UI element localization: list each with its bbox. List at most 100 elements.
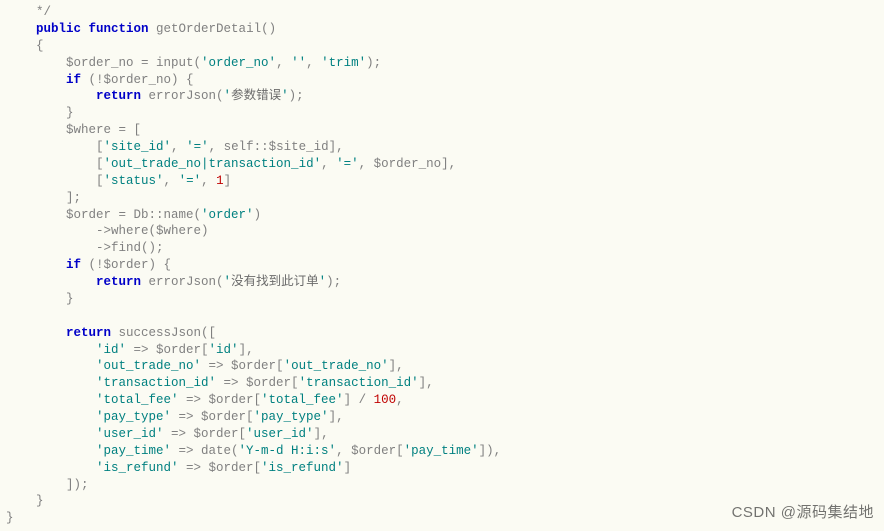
code-token: return <box>66 326 111 340</box>
code-block: */ public function getOrderDetail() { $o… <box>0 0 884 531</box>
code-token <box>6 461 96 475</box>
code-token: } <box>6 511 14 525</box>
code-token: 'pay_time' <box>96 444 171 458</box>
code-token: ); <box>326 275 341 289</box>
code-token: ], <box>329 410 344 424</box>
code-token <box>6 359 96 373</box>
code-token: => $order[ <box>171 410 254 424</box>
code-token <box>6 427 96 441</box>
code-token: , <box>396 393 404 407</box>
code-token <box>6 73 66 87</box>
code-token: 参数错误 <box>231 89 281 103</box>
code-token <box>6 326 66 340</box>
code-token: 'transaction_id' <box>299 376 419 390</box>
code-token: , <box>171 140 186 154</box>
code-token: , $order_no], <box>359 157 457 171</box>
code-token <box>6 393 96 407</box>
code-token: errorJson( <box>141 89 224 103</box>
code-token <box>6 444 96 458</box>
code-token: } <box>6 106 74 120</box>
code-token <box>6 22 36 36</box>
code-token: , $order[ <box>336 444 404 458</box>
code-token: if <box>66 258 81 272</box>
code-token: 'total_fee' <box>261 393 344 407</box>
code-token: '' <box>291 56 306 70</box>
code-token: => $order[ <box>201 359 284 373</box>
code-token <box>6 275 96 289</box>
code-token: '=' <box>186 140 209 154</box>
code-token <box>6 89 96 103</box>
code-token: ->find(); <box>6 241 164 255</box>
code-token: [ <box>6 140 104 154</box>
code-token <box>6 376 96 390</box>
code-token: , <box>164 174 179 188</box>
code-token: => date( <box>171 444 239 458</box>
code-token: $where = [ <box>6 123 141 137</box>
code-token <box>6 410 96 424</box>
code-token: 'is_refund' <box>96 461 179 475</box>
code-token: 'user_id' <box>246 427 314 441</box>
code-token: } <box>6 292 74 306</box>
code-token: ], <box>419 376 434 390</box>
code-token: => $order[ <box>164 427 247 441</box>
code-token: 'is_refund' <box>261 461 344 475</box>
code-token: 'Y-m-d H:i:s' <box>239 444 337 458</box>
code-token: 'pay_type' <box>96 410 171 424</box>
code-token: (!$order) { <box>81 258 171 272</box>
code-token: => $order[ <box>126 343 209 357</box>
code-token: ]; <box>6 191 81 205</box>
code-token: ' <box>224 89 232 103</box>
code-token: ], <box>239 343 254 357</box>
code-token: errorJson( <box>141 275 224 289</box>
code-token: 'pay_time' <box>404 444 479 458</box>
code-token: ' <box>319 275 327 289</box>
code-token: 'pay_type' <box>254 410 329 424</box>
code-token: ' <box>281 89 289 103</box>
code-token: => $order[ <box>216 376 299 390</box>
code-token: public function <box>36 22 149 36</box>
code-token: [ <box>6 157 104 171</box>
code-token: ]), <box>479 444 502 458</box>
code-token: 'trim' <box>321 56 366 70</box>
code-token: */ <box>6 5 51 19</box>
code-token: { <box>6 39 44 53</box>
code-token: '=' <box>179 174 202 188</box>
code-token: 'user_id' <box>96 427 164 441</box>
code-token: 没有找到此订单 <box>231 275 319 289</box>
code-token: 'order_no' <box>201 56 276 70</box>
code-token: ] <box>224 174 232 188</box>
code-token: return <box>96 89 141 103</box>
code-token: 'out_trade_no|transaction_id' <box>104 157 322 171</box>
code-token: 'site_id' <box>104 140 172 154</box>
code-token: 'total_fee' <box>96 393 179 407</box>
code-token: => $order[ <box>179 461 262 475</box>
code-token: ); <box>289 89 304 103</box>
code-token: if <box>66 73 81 87</box>
code-token: '=' <box>336 157 359 171</box>
code-token: , <box>201 174 216 188</box>
code-token: , self::$site_id], <box>209 140 344 154</box>
code-token: 'status' <box>104 174 164 188</box>
code-token: ); <box>366 56 381 70</box>
code-token: ] / <box>344 393 374 407</box>
code-token: ->where($where) <box>6 224 209 238</box>
code-token: ' <box>224 275 232 289</box>
code-token: , <box>306 56 321 70</box>
code-token: ], <box>389 359 404 373</box>
code-token: } <box>6 494 44 508</box>
code-token: 'id' <box>209 343 239 357</box>
code-token: , <box>276 56 291 70</box>
code-token: 1 <box>216 174 224 188</box>
code-token: ] <box>344 461 352 475</box>
code-token: ]); <box>6 478 89 492</box>
code-token: 'out_trade_no' <box>96 359 201 373</box>
code-token: $order_no = input( <box>6 56 201 70</box>
code-token: (!$order_no) { <box>81 73 194 87</box>
code-token: ], <box>314 427 329 441</box>
code-token: 'transaction_id' <box>96 376 216 390</box>
code-token: 'id' <box>96 343 126 357</box>
code-token: return <box>96 275 141 289</box>
code-token: => $order[ <box>179 393 262 407</box>
code-token <box>6 258 66 272</box>
code-token: , <box>321 157 336 171</box>
